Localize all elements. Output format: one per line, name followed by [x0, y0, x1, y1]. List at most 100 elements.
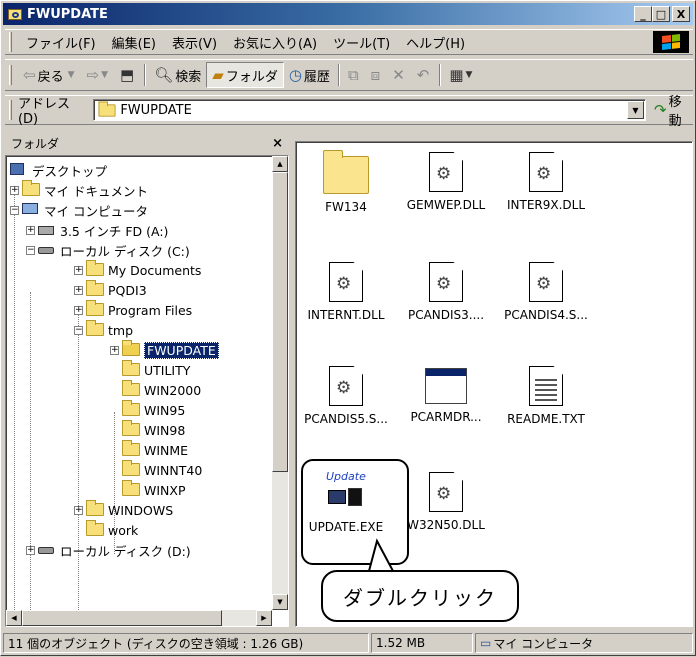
address-value: FWUPDATE [120, 102, 192, 118]
tree-item-tmp[interactable]: − tmp [74, 320, 133, 340]
views-button[interactable]: ▦ ▼ [444, 62, 479, 88]
tree-item-desktop[interactable]: デスクトップ [10, 160, 107, 180]
undo-button[interactable]: ↶ [412, 62, 437, 88]
menu-edit[interactable]: 編集(E) [104, 33, 164, 52]
dll-icon: ⚙ [429, 262, 463, 302]
tree-item-my-computer[interactable]: − マイ コンピュータ [10, 200, 148, 220]
dll-icon: ⚙ [329, 262, 363, 302]
file-item-pcarmdr[interactable]: PCARMDR... [396, 368, 496, 424]
address-dropdown-button[interactable]: ▼ [627, 101, 644, 119]
collapse-icon[interactable]: − [10, 205, 19, 215]
menu-favorites[interactable]: お気に入り(A) [225, 33, 325, 52]
file-item-readme-txt[interactable]: README.TXT [496, 366, 596, 426]
move-to-button[interactable]: ⧉ [343, 62, 366, 88]
tree-item-win2000[interactable]: WIN2000 [122, 380, 201, 400]
hscroll-thumb[interactable] [22, 610, 222, 626]
tree-item-winxp[interactable]: WINXP [122, 480, 186, 500]
dll-icon: ⚙ [529, 262, 563, 302]
copy-to-button[interactable]: ⧈ [366, 62, 388, 88]
delete-button[interactable]: ✕ [387, 62, 412, 88]
tree-item-program-files[interactable]: + Program Files [74, 300, 192, 320]
expand-icon[interactable]: + [74, 505, 83, 515]
menu-grip[interactable] [9, 32, 12, 52]
file-item-gemwep-dll[interactable]: ⚙ GEMWEP.DLL [396, 152, 496, 212]
expand-icon[interactable]: + [10, 185, 19, 195]
address-grip[interactable] [9, 100, 12, 120]
tree-item-utility[interactable]: UTILITY [122, 360, 190, 380]
scroll-up-button[interactable]: ▲ [272, 156, 288, 172]
status-bar: 11 個のオブジェクト (ディスクの空き領域 : 1.26 GB) 1.52 M… [3, 631, 695, 655]
hard-disk-icon [38, 243, 56, 257]
tree-item-winme[interactable]: WINME [122, 440, 188, 460]
folder-icon [86, 280, 104, 297]
folder-icon [86, 260, 104, 277]
menu-view[interactable]: 表示(V) [164, 33, 225, 52]
folder-pane-close-button[interactable]: × [272, 136, 283, 151]
maximize-button[interactable]: □ [652, 6, 670, 22]
file-item-fw134[interactable]: FW134 [296, 150, 396, 214]
menu-help[interactable]: ヘルプ(H) [398, 33, 473, 52]
folders-button[interactable]: ▰ フォルダ [206, 62, 284, 88]
tree-vertical-scrollbar[interactable]: ▲ ▼ [272, 156, 288, 610]
menu-bar: ファイル(F) 編集(E) 表示(V) お気に入り(A) ツール(T) ヘルプ(… [5, 29, 693, 55]
address-input[interactable]: FWUPDATE ▼ [93, 99, 646, 121]
search-label: 検索 [175, 69, 202, 85]
file-label: README.TXT [507, 412, 585, 426]
forward-button[interactable]: ⇨ ▼ [82, 62, 116, 88]
file-label: PCARMDR... [410, 410, 482, 424]
menu-file[interactable]: ファイル(F) [18, 33, 104, 52]
file-item-pcandis4[interactable]: ⚙ PCANDIS4.S... [496, 262, 596, 322]
menu-tools[interactable]: ツール(T) [325, 33, 398, 52]
file-item-pcandis5[interactable]: ⚙ PCANDIS5.S... [296, 366, 396, 426]
tree-item-winnt40[interactable]: WINNT40 [122, 460, 202, 480]
tree-item-my-documents-folder[interactable]: + My Documents [74, 260, 201, 280]
file-label: INTERNT.DLL [307, 308, 385, 322]
folder-icon [86, 520, 104, 537]
expand-icon[interactable]: + [26, 225, 35, 235]
tree-label: WIN98 [144, 422, 186, 438]
callout-text: ダブルクリック [343, 585, 497, 610]
file-item-w32n50-dll[interactable]: ⚙ W32N50.DLL [396, 472, 496, 532]
expand-icon[interactable]: + [74, 285, 83, 295]
scroll-right-button[interactable]: ▶ [256, 610, 272, 626]
address-bar: アドレス(D) FWUPDATE ▼ ↷ 移動 [5, 95, 693, 129]
expand-icon[interactable]: + [74, 265, 83, 275]
up-folder-button[interactable]: ⬒ [115, 62, 141, 88]
scroll-down-button[interactable]: ▼ [272, 594, 288, 610]
tree-item-windows[interactable]: + WINDOWS [74, 500, 173, 520]
tree-item-local-disk-d[interactable]: + ローカル ディスク (D:) [26, 540, 191, 560]
tree-item-local-disk-c[interactable]: − ローカル ディスク (C:) [26, 240, 190, 260]
tree-item-work[interactable]: work [86, 520, 138, 540]
scroll-thumb[interactable] [272, 172, 288, 472]
history-button[interactable]: ◷ 履歴 [284, 62, 335, 88]
go-button[interactable]: ↷ 移動 [654, 91, 693, 129]
history-icon: ◷ [288, 66, 302, 84]
tree-item-win98[interactable]: WIN98 [122, 420, 185, 440]
toolbar-grip[interactable] [9, 65, 12, 85]
copy-to-icon: ⧈ [370, 66, 381, 84]
tree-item-win95[interactable]: WIN95 [122, 400, 185, 420]
tree-label: Program Files [108, 302, 193, 318]
close-button[interactable]: X [672, 6, 690, 22]
tree-item-fwupdate[interactable]: + FWUPDATE [110, 340, 219, 360]
collapse-icon[interactable]: − [74, 325, 83, 335]
back-button[interactable]: ⇦ 戻る ▼ [18, 62, 82, 88]
file-item-pcandis3[interactable]: ⚙ PCANDIS3.... [396, 262, 496, 322]
tree-item-floppy[interactable]: + 3.5 インチ FD (A:) [26, 220, 168, 240]
expand-icon[interactable]: + [74, 305, 83, 315]
title-bar[interactable]: FWUPDATE _ □ X [3, 3, 693, 25]
file-item-inter9x-dll[interactable]: ⚙ INTER9X.DLL [496, 152, 596, 212]
minimize-button[interactable]: _ [634, 6, 652, 22]
tree-item-pqdi3[interactable]: + PQDI3 [74, 280, 147, 300]
window-app-icon [425, 368, 467, 404]
file-item-internt-dll[interactable]: ⚙ INTERNT.DLL [296, 262, 396, 322]
collapse-icon[interactable]: − [26, 245, 35, 255]
scroll-left-button[interactable]: ◀ [6, 610, 22, 626]
folder-icon [122, 460, 140, 477]
expand-icon[interactable]: + [110, 345, 119, 355]
tree-horizontal-scrollbar[interactable]: ◀ ▶ [6, 610, 272, 626]
expand-icon[interactable]: + [26, 545, 35, 555]
search-button[interactable]: 🔍︎ 検索 [149, 62, 206, 88]
tree-label: tmp [108, 322, 134, 338]
tree-item-my-documents[interactable]: + マイ ドキュメント [10, 180, 148, 200]
